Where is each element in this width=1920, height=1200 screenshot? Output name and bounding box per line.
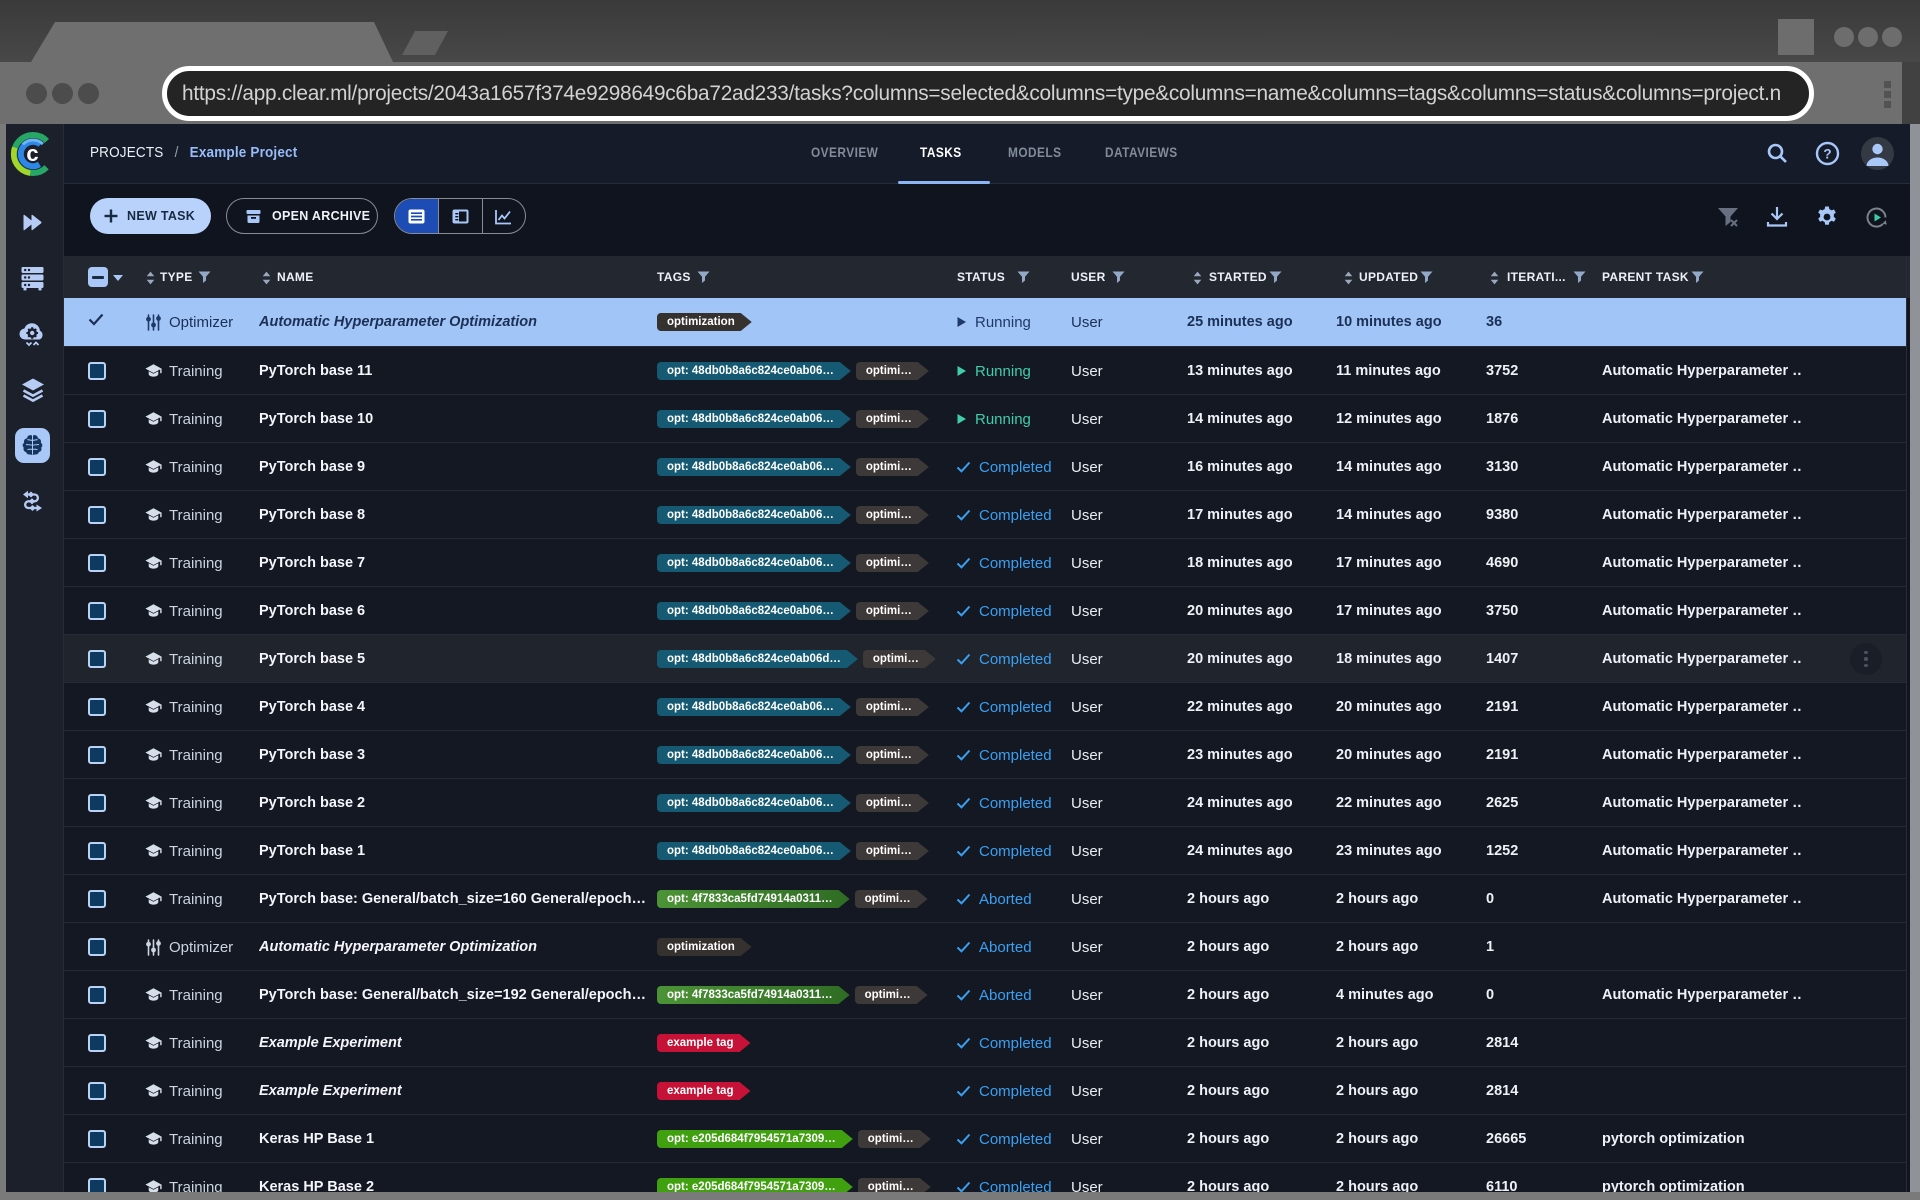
svg-text:c: c (26, 141, 38, 166)
svg-text:?: ? (1823, 147, 1831, 162)
